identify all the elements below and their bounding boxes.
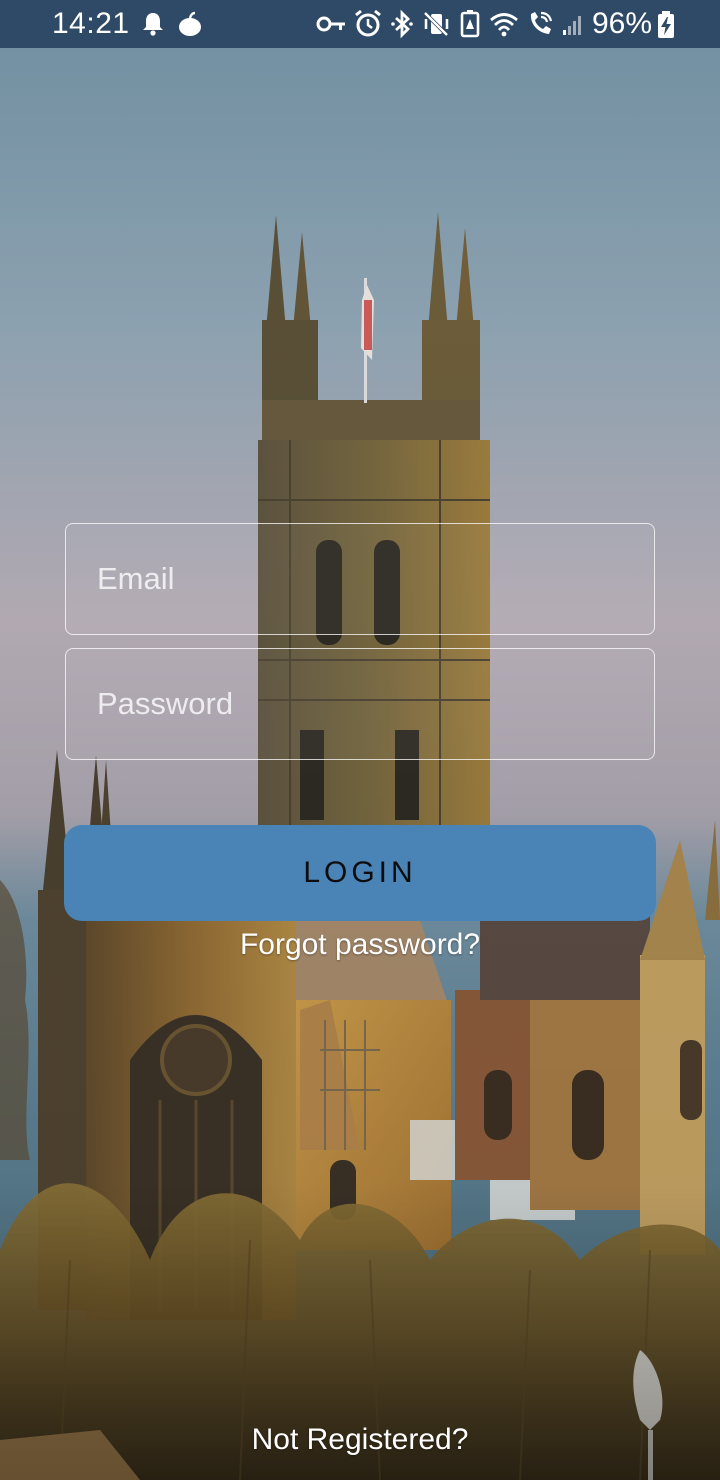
forgot-password-link[interactable]: Forgot password? (0, 927, 720, 963)
vpn-key-icon (316, 16, 345, 32)
login-button[interactable]: LOGIN (64, 825, 656, 921)
login-screen: 14:21 96% Email LOGIN Forgot password? N… (0, 0, 720, 1480)
bluetooth-icon (391, 9, 413, 39)
vibrate-icon (422, 10, 450, 38)
email-field (65, 523, 655, 635)
password-input[interactable] (66, 649, 654, 759)
battery-percentage: 96% (592, 7, 653, 40)
cell-signal-icon (563, 16, 581, 35)
wifi-calling-icon (530, 11, 553, 34)
not-registered-link[interactable]: Not Registered? (0, 1422, 720, 1458)
wifi-icon (490, 13, 518, 37)
status-bar: 14:21 96% (0, 0, 720, 48)
alarm-icon (355, 9, 381, 37)
email-input[interactable] (66, 524, 654, 634)
password-field (65, 648, 655, 760)
apple-app-icon (179, 11, 201, 36)
notification-bell-icon (143, 13, 163, 36)
battery-charging-icon (658, 11, 674, 38)
status-time: 14:21 (52, 7, 130, 40)
battery-saver-icon (460, 10, 480, 38)
